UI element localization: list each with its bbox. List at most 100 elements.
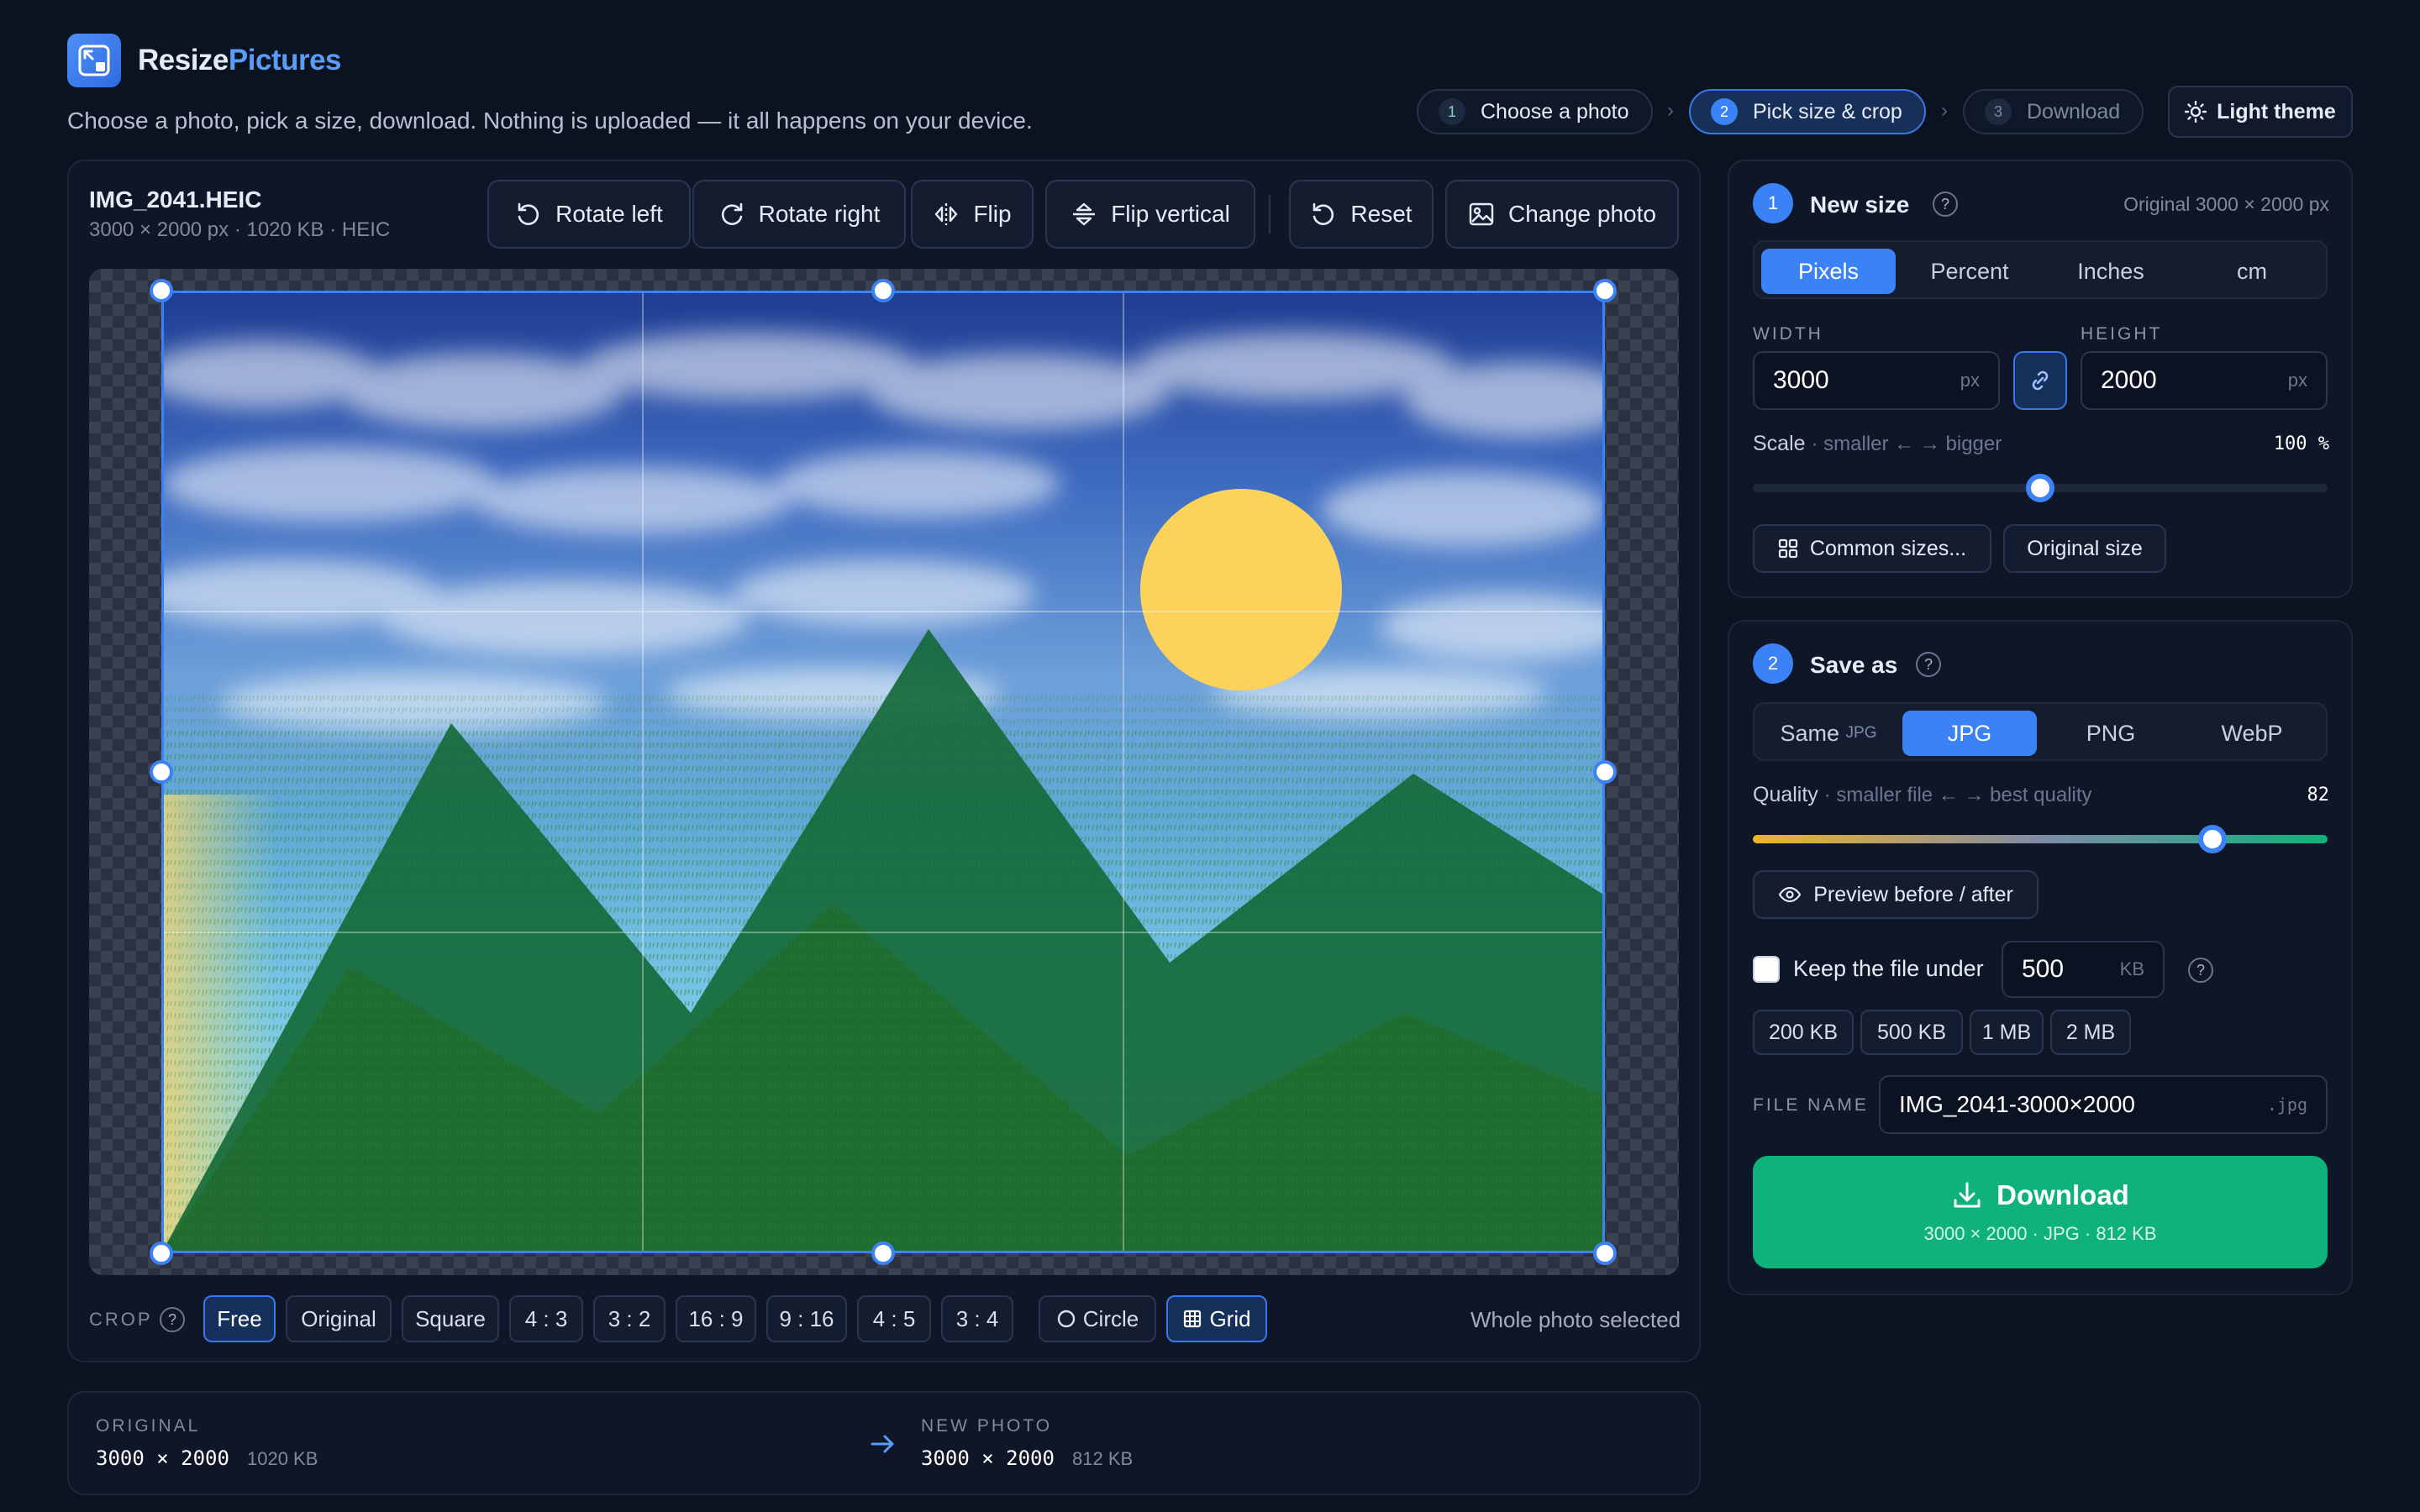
brand-part2: Pictures: [228, 44, 342, 76]
crop-4-5[interactable]: 4 : 5: [857, 1295, 931, 1342]
keep-under-unit: KB: [2119, 958, 2144, 979]
preview-before-after-button[interactable]: Preview before / after: [1753, 870, 2039, 919]
light-theme-button[interactable]: Light theme: [2168, 86, 2353, 138]
crop-3-4[interactable]: 3 : 4: [941, 1295, 1013, 1342]
original-size-button[interactable]: Original size: [2003, 524, 2166, 573]
file-name-value: IMG_2041-3000×2000: [1899, 1091, 2135, 1117]
crop-16-9[interactable]: 16 : 9: [676, 1295, 756, 1342]
keep-under-label: Keep the file under: [1793, 956, 1984, 981]
rotate-right-button[interactable]: Rotate right: [692, 180, 906, 249]
height-value: 2000: [2101, 366, 2157, 394]
step-choose-photo[interactable]: 1 Choose a photo: [1417, 89, 1653, 134]
step-label: Download: [2027, 99, 2121, 123]
crop-help-icon[interactable]: ?: [160, 1307, 185, 1332]
step-download[interactable]: 3 Download: [1963, 89, 2144, 134]
crop-grid-toggle[interactable]: Grid: [1166, 1295, 1267, 1342]
unit-percent[interactable]: Percent: [1902, 249, 2037, 294]
file-name-label: FILE NAME: [1753, 1095, 1869, 1115]
height-input[interactable]: 2000 px: [2081, 351, 2328, 410]
crop-original[interactable]: Original: [286, 1295, 392, 1342]
arrow-right-icon: [871, 1435, 894, 1453]
download-button[interactable]: Download 3000 × 2000 · JPG · 812 KB: [1753, 1156, 2328, 1268]
reset-button[interactable]: Reset: [1289, 180, 1434, 249]
chevron-right-icon: ›: [1667, 99, 1674, 122]
keep-under-help-icon[interactable]: ?: [2188, 958, 2213, 983]
step-number: 3: [1985, 98, 2012, 125]
step-number: 2: [1711, 98, 1738, 125]
download-meta: 3000 × 2000 · JPG · 812 KB: [1923, 1223, 2157, 1244]
new-photo-size: 812 KB: [1072, 1448, 1134, 1469]
app-logo: [67, 34, 121, 87]
rotate-right-label: Rotate right: [758, 201, 881, 227]
width-input[interactable]: 3000 px: [1753, 351, 2000, 410]
height-label: HEIGHT: [2081, 324, 2163, 344]
unit-inches[interactable]: Inches: [2044, 249, 2178, 294]
crop-grid-label: Grid: [1209, 1305, 1251, 1331]
flip-button[interactable]: Flip: [911, 180, 1034, 249]
crop-handle-top-right[interactable]: [1593, 279, 1617, 302]
preset-200kb[interactable]: 200 KB: [1753, 1010, 1854, 1055]
quality-label: Quality · smaller file ← → best quality: [1753, 783, 2092, 807]
crop-handle-left[interactable]: [150, 760, 173, 784]
crop-frame[interactable]: [161, 291, 1605, 1253]
file-name: IMG_2041.HEIC: [89, 186, 262, 213]
crop-handle-bottom-right[interactable]: [1593, 1242, 1617, 1265]
crop-handle-bottom[interactable]: [871, 1242, 895, 1265]
rotate-left-button[interactable]: Rotate left: [487, 180, 691, 249]
grid-line: [164, 611, 1602, 612]
flip-vertical-button[interactable]: Flip vertical: [1045, 180, 1255, 249]
format-webp[interactable]: WebP: [2185, 711, 2319, 756]
lock-aspect-button[interactable]: [2013, 351, 2067, 410]
download-label: Download: [1996, 1179, 2129, 1210]
grid-line: [1123, 293, 1124, 1251]
scale-hint: · smaller ← → bigger: [1811, 433, 2002, 455]
file-name-input[interactable]: IMG_2041-3000×2000 .jpg: [1879, 1075, 2328, 1134]
crop-circle[interactable]: Circle: [1039, 1295, 1156, 1342]
save-as-help-icon[interactable]: ?: [1916, 652, 1941, 677]
crop-handle-top[interactable]: [871, 279, 895, 302]
keep-under-input[interactable]: 500 KB: [2002, 941, 2165, 998]
change-photo-button[interactable]: Change photo: [1445, 180, 1679, 249]
download-icon: [1954, 1182, 1981, 1208]
crop-9-16[interactable]: 9 : 16: [766, 1295, 847, 1342]
file-ext: .jpg: [2266, 1095, 2307, 1115]
keep-under-value: 500: [2022, 955, 2065, 983]
original-dimensions: Original 3000 × 2000 px: [2123, 193, 2329, 215]
preset-2mb[interactable]: 2 MB: [2050, 1010, 2131, 1055]
step-label: Choose a photo: [1481, 99, 1629, 123]
circle-icon: [1057, 1310, 1075, 1328]
crop-free[interactable]: Free: [203, 1295, 276, 1342]
original-size: 1020 KB: [247, 1448, 318, 1469]
format-same[interactable]: Same JPG: [1761, 711, 1896, 756]
format-png[interactable]: PNG: [2044, 711, 2178, 756]
step-pick-size[interactable]: 2 Pick size & crop: [1689, 89, 1926, 134]
keep-under-checkbox[interactable]: [1753, 956, 1780, 983]
quality-slider-track[interactable]: [1753, 835, 2328, 843]
unit-cm[interactable]: cm: [2185, 249, 2319, 294]
height-unit: px: [2287, 370, 2307, 391]
sun-icon: [2185, 101, 2207, 123]
crop-3-2[interactable]: 3 : 2: [593, 1295, 666, 1342]
crop-handle-bottom-left[interactable]: [150, 1242, 173, 1265]
width-label: WIDTH: [1753, 324, 1823, 344]
scale-label-text: Scale: [1753, 432, 1806, 455]
preset-500kb[interactable]: 500 KB: [1860, 1010, 1963, 1055]
new-size-help-icon[interactable]: ?: [1933, 192, 1958, 217]
preset-1mb[interactable]: 1 MB: [1970, 1010, 2044, 1055]
crop-4-3[interactable]: 4 : 3: [509, 1295, 583, 1342]
quality-slider-thumb[interactable]: [2198, 825, 2228, 853]
crop-handle-right[interactable]: [1593, 760, 1617, 784]
step-number: 1: [1439, 98, 1465, 125]
crop-square[interactable]: Square: [402, 1295, 499, 1342]
scale-value: 100 %: [2273, 433, 2329, 454]
crop-status: Whole photo selected: [1470, 1307, 1681, 1332]
scale-slider-thumb[interactable]: [2026, 474, 2054, 502]
crop-handle-top-left[interactable]: [150, 279, 173, 302]
unit-pixels[interactable]: Pixels: [1761, 249, 1896, 294]
format-jpg[interactable]: JPG: [1902, 711, 2037, 756]
change-photo-label: Change photo: [1508, 201, 1656, 227]
crop-canvas[interactable]: [89, 269, 1679, 1275]
grid-icon: [1184, 1310, 1202, 1328]
common-sizes-button[interactable]: Common sizes...: [1753, 524, 1991, 573]
step-label: Pick size & crop: [1753, 99, 1902, 123]
